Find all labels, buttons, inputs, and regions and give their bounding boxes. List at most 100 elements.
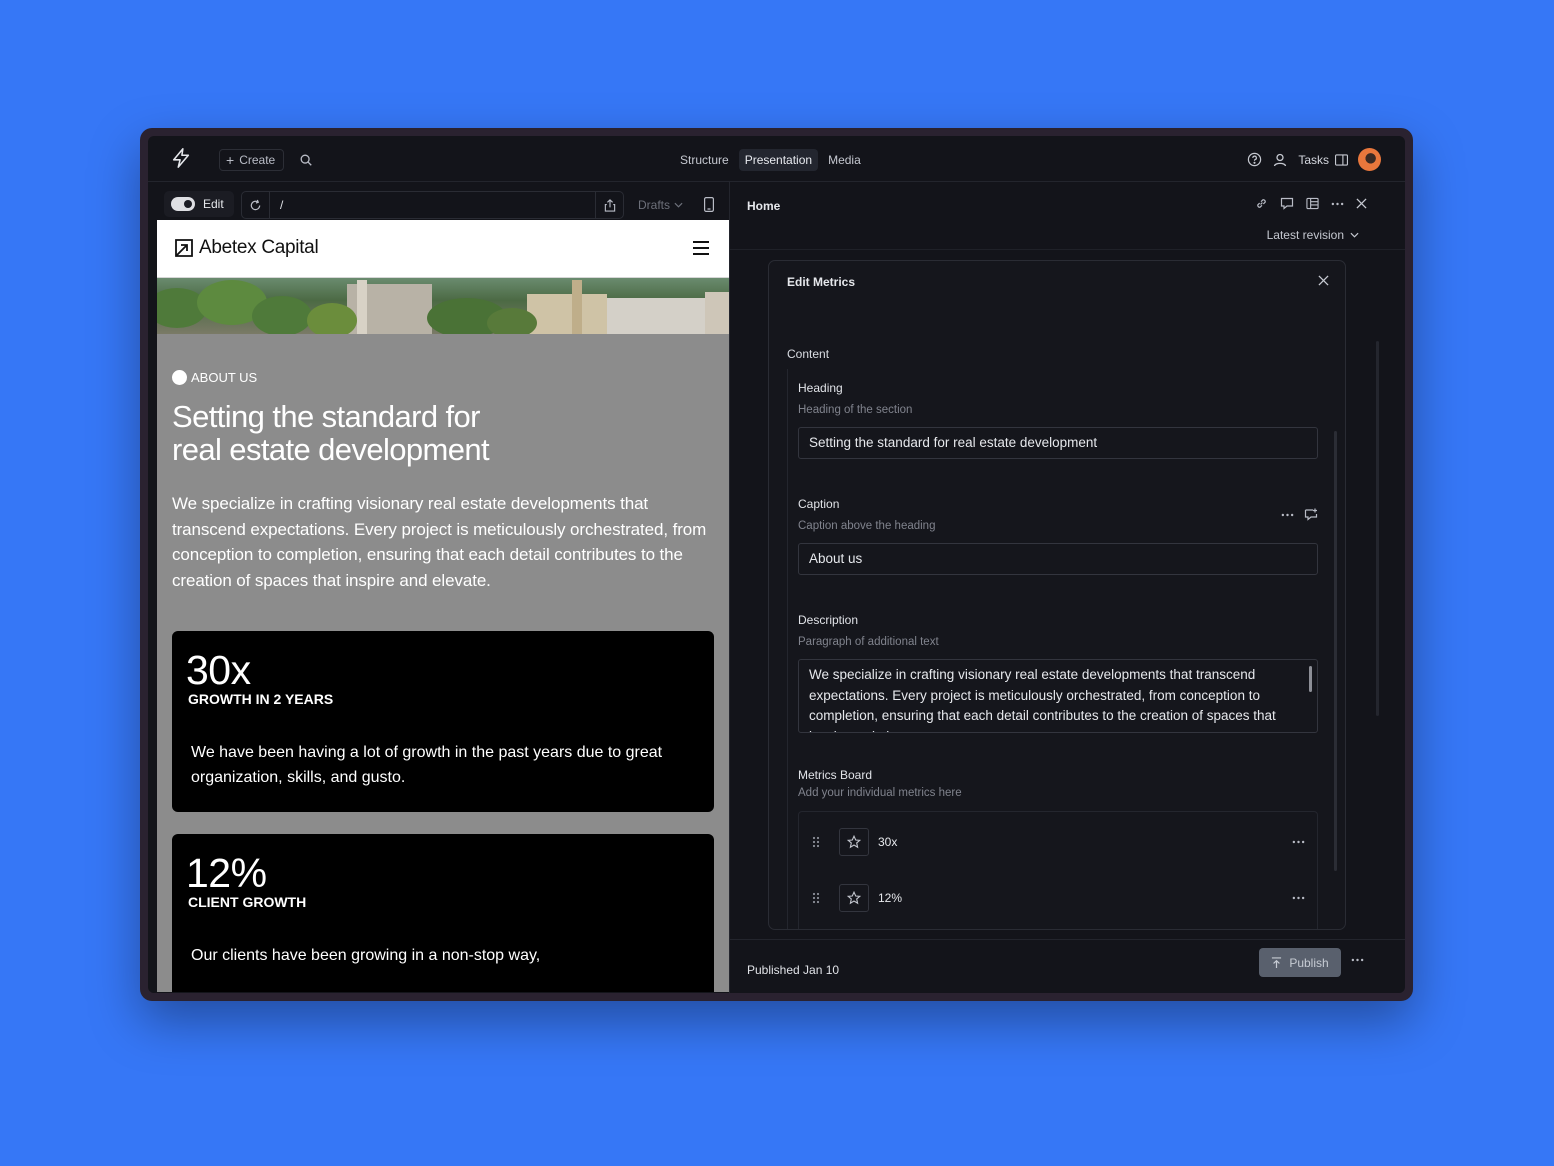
more-icon[interactable] bbox=[1292, 840, 1305, 844]
close-icon[interactable] bbox=[1356, 198, 1367, 209]
edit-label: Edit bbox=[203, 197, 224, 211]
dialog-scrollbar[interactable] bbox=[1334, 431, 1337, 871]
comment-icon[interactable] bbox=[1280, 197, 1294, 210]
create-label: Create bbox=[239, 153, 276, 167]
document-title: Home bbox=[747, 199, 781, 213]
pane-scrollbar[interactable] bbox=[1376, 341, 1379, 716]
field-hint: Add your individual metrics here bbox=[798, 787, 962, 799]
edit-toggle[interactable]: Edit bbox=[164, 191, 234, 217]
app-window: + Create Structure Presentation Media Ta… bbox=[140, 128, 1413, 1001]
toggle-switch[interactable] bbox=[171, 197, 195, 211]
url-bar: / bbox=[241, 191, 624, 219]
publish-status: Published Jan 10 bbox=[747, 963, 840, 977]
drafts-dropdown[interactable]: Drafts bbox=[638, 198, 683, 212]
star-icon[interactable] bbox=[839, 828, 869, 856]
field-hint: Heading of the section bbox=[798, 404, 913, 416]
more-icon[interactable] bbox=[1351, 958, 1364, 962]
plus-icon: + bbox=[226, 152, 235, 168]
heading-field: Heading Heading of the section Setting t… bbox=[798, 381, 1318, 459]
top-right-actions: Tasks bbox=[1247, 148, 1381, 171]
hamburger-menu-icon[interactable] bbox=[693, 241, 709, 255]
field-label: Description bbox=[798, 613, 859, 627]
drag-handle-icon[interactable] bbox=[812, 892, 820, 904]
description-text: We specialize in crafting visionary real… bbox=[809, 667, 1276, 732]
caption-text: ABOUT US bbox=[191, 370, 258, 385]
share-icon[interactable] bbox=[595, 192, 623, 218]
caption-input[interactable]: About us bbox=[798, 543, 1318, 575]
help-icon[interactable] bbox=[1247, 152, 1262, 167]
star-icon[interactable] bbox=[839, 884, 869, 912]
drag-handle-icon[interactable] bbox=[812, 836, 820, 848]
metric-label: GROWTH IN 2 YEARS bbox=[188, 691, 334, 707]
avatar[interactable] bbox=[1358, 148, 1381, 171]
metric-item-label: 30x bbox=[878, 835, 898, 849]
field-label: Metrics Board bbox=[798, 768, 873, 782]
circle-icon bbox=[172, 370, 187, 385]
nav-structure[interactable]: Structure bbox=[674, 149, 735, 171]
top-bar: + Create Structure Presentation Media Ta… bbox=[148, 136, 1405, 182]
revision-dropdown[interactable]: Latest revision bbox=[1267, 228, 1359, 242]
chevron-down-icon bbox=[674, 202, 683, 208]
document-actions bbox=[1255, 197, 1367, 210]
pane-divider[interactable] bbox=[729, 182, 730, 993]
brand-logo-icon bbox=[175, 239, 193, 257]
chevron-down-icon bbox=[1350, 232, 1359, 238]
textarea-scrollbar[interactable] bbox=[1309, 666, 1312, 692]
field-label: Heading bbox=[798, 381, 843, 395]
site-header: Abetex Capital bbox=[157, 220, 729, 278]
metrics-board-field: Metrics Board Add your individual metric… bbox=[798, 768, 1318, 799]
heading-input[interactable]: Setting the standard for real estate dev… bbox=[798, 427, 1318, 459]
hero-city-image bbox=[157, 278, 729, 334]
metric-card: 12% CLIENT GROWTH Our clients have been … bbox=[172, 834, 714, 992]
description-textarea[interactable]: We specialize in crafting visionary real… bbox=[798, 659, 1318, 733]
edit-metrics-dialog: Edit Metrics Content Heading Heading of … bbox=[768, 260, 1346, 930]
search-icon[interactable] bbox=[299, 153, 313, 167]
drafts-label: Drafts bbox=[638, 198, 671, 212]
field-label: Caption bbox=[798, 497, 840, 511]
dialog-title: Edit Metrics bbox=[787, 275, 856, 289]
app-frame: + Create Structure Presentation Media Ta… bbox=[148, 136, 1405, 993]
more-icon[interactable] bbox=[1292, 896, 1305, 900]
metrics-list: 30x 12% bbox=[798, 811, 1318, 929]
publish-icon bbox=[1272, 956, 1282, 968]
tasks-label: Tasks bbox=[1298, 152, 1329, 167]
metric-text: We have been having a lot of growth in t… bbox=[191, 744, 663, 786]
site-preview: Abetex Capital ABOUT US Setting the stan… bbox=[157, 220, 729, 992]
metric-text: Our clients have been growing in a non-s… bbox=[191, 947, 541, 964]
metric-label: CLIENT GROWTH bbox=[188, 894, 307, 910]
field-actions bbox=[1281, 508, 1318, 521]
metric-value: 30x bbox=[186, 647, 251, 693]
publish-button[interactable]: Publish bbox=[1259, 948, 1341, 977]
refresh-icon[interactable] bbox=[242, 192, 270, 218]
create-button[interactable]: + Create bbox=[219, 149, 285, 171]
tasks-button[interactable]: Tasks bbox=[1298, 153, 1348, 167]
layout-icon[interactable] bbox=[1306, 197, 1319, 210]
header-divider bbox=[730, 249, 1405, 250]
description-field: Description Paragraph of additional text… bbox=[798, 613, 1318, 733]
about-caption: ABOUT US bbox=[172, 370, 714, 385]
metric-value: 12% bbox=[186, 850, 267, 896]
add-comment-icon[interactable] bbox=[1304, 508, 1318, 521]
user-icon[interactable] bbox=[1272, 152, 1288, 168]
section-rule bbox=[787, 369, 788, 929]
site-brand[interactable]: Abetex Capital bbox=[175, 237, 319, 259]
revision-label: Latest revision bbox=[1266, 228, 1344, 242]
publish-label: Publish bbox=[1289, 955, 1329, 970]
bolt-logo-icon[interactable] bbox=[170, 147, 192, 169]
close-icon[interactable] bbox=[1318, 275, 1329, 286]
nav-media[interactable]: Media bbox=[822, 149, 867, 171]
url-path-input[interactable]: / bbox=[270, 198, 595, 212]
nav-presentation[interactable]: Presentation bbox=[738, 149, 819, 171]
section-label: Content bbox=[787, 347, 830, 361]
metric-item-label: 12% bbox=[878, 891, 903, 905]
about-description: We specialize in crafting visionary real… bbox=[172, 494, 707, 590]
list-item[interactable]: 30x bbox=[799, 827, 1317, 857]
about-section: ABOUT US Setting the standard for real e… bbox=[157, 334, 729, 593]
panel-icon bbox=[1335, 153, 1348, 166]
workspace-nav: Structure Presentation Media bbox=[674, 149, 867, 171]
link-icon[interactable] bbox=[1255, 197, 1268, 210]
list-item[interactable]: 12% bbox=[799, 883, 1317, 913]
more-icon[interactable] bbox=[1281, 513, 1294, 517]
mobile-device-icon[interactable] bbox=[704, 197, 714, 212]
more-icon[interactable] bbox=[1331, 202, 1344, 206]
